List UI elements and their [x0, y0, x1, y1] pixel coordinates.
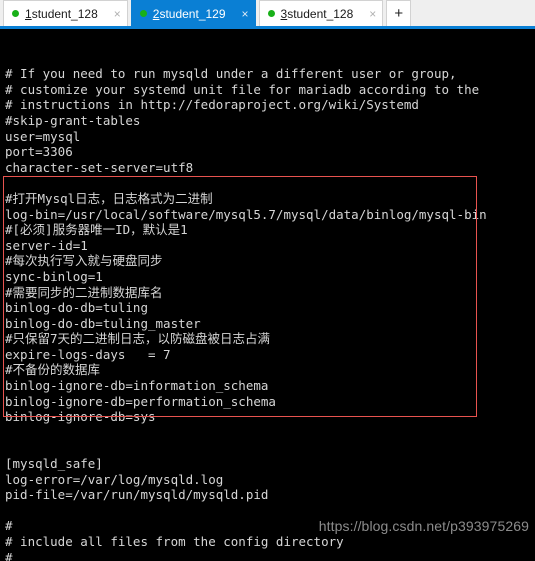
terminal-line: binlog-do-db=tuling_master	[5, 315, 201, 331]
tab-close-icon[interactable]: ×	[240, 8, 249, 20]
terminal-line: [mysqld_safe]	[5, 456, 103, 472]
tab-close-icon[interactable]: ×	[367, 8, 376, 20]
terminal-line: #skip-grant-tables	[5, 112, 141, 128]
terminal-line: #	[5, 549, 13, 561]
terminal-line: pid-file=/var/run/mysqld/mysqld.pid	[5, 487, 269, 503]
tab-student-129-2[interactable]: 2 student_129 ×	[130, 0, 256, 26]
terminal-line: sync-binlog=1	[5, 268, 103, 284]
tab-status-dot-icon	[267, 10, 275, 17]
new-tab-button[interactable]: +	[386, 0, 412, 26]
terminal-line: binlog-ignore-db=sys	[5, 409, 156, 425]
terminal-line: character-set-server=utf8	[5, 159, 194, 175]
tab-index: 3	[280, 6, 288, 21]
tab-student-128-1[interactable]: 1 student_128 ×	[3, 0, 128, 26]
terminal-line: user=mysql	[5, 128, 81, 144]
terminal-line: #[必须]服务器唯一ID，默认是1	[5, 222, 188, 238]
terminal-line: expire-logs-days = 7	[5, 346, 171, 362]
terminal-line: #只保留7天的二进制日志，以防磁盘被日志占满	[5, 331, 271, 347]
tab-close-icon[interactable]: ×	[112, 8, 121, 20]
terminal-window: 1 student_128 × 2 student_129 × 3 studen…	[0, 0, 535, 561]
terminal-line: # include all files from the config dire…	[5, 534, 344, 549]
tab-label: student_128	[31, 6, 98, 21]
terminal-line: #	[5, 518, 13, 534]
terminal-line: # instructions in http://fedoraproject.o…	[5, 97, 419, 113]
terminal-line: log-error=/var/log/mysqld.log	[5, 471, 224, 487]
terminal-line: port=3306	[5, 144, 73, 160]
terminal-line: binlog-do-db=tuling	[5, 300, 148, 316]
tab-bar: 1 student_128 × 2 student_129 × 3 studen…	[0, 0, 535, 29]
terminal-line: log-bin=/usr/local/software/mysql5.7/mys…	[5, 206, 487, 222]
tab-label: student_128	[287, 6, 354, 21]
tab-status-dot-icon	[139, 10, 147, 17]
terminal-line: #需要同步的二进制数据库名	[5, 284, 163, 300]
terminal-line: binlog-ignore-db=performation_schema	[5, 393, 276, 409]
terminal-line: # customize your systemd unit file for m…	[5, 81, 480, 97]
terminal-line: binlog-ignore-db=information_schema	[5, 378, 269, 394]
terminal-line: # If you need to run mysqld under a diff…	[5, 66, 457, 82]
terminal-line: #每次执行写入就与硬盘同步	[5, 253, 163, 269]
tab-label: student_129	[159, 6, 226, 21]
tab-student-128-3[interactable]: 3 student_128 ×	[258, 0, 384, 26]
terminal-output[interactable]: # If you need to run mysqld under a diff…	[0, 29, 535, 561]
tab-index: 1	[25, 6, 32, 21]
terminal-text-buffer: # If you need to run mysqld under a diff…	[5, 66, 535, 561]
terminal-line: server-id=1	[5, 237, 88, 253]
terminal-line: #打开Mysql日志，日志格式为二进制	[5, 190, 213, 206]
terminal-line: #不备份的数据库	[5, 362, 101, 378]
tab-index: 2	[152, 6, 160, 21]
tab-status-dot-icon	[12, 10, 19, 17]
